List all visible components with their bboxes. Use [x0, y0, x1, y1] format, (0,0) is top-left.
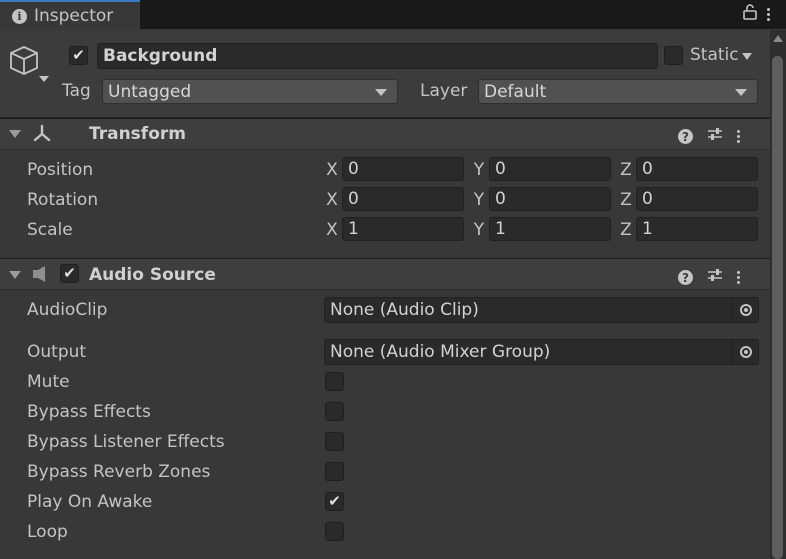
presets-icon[interactable]	[707, 126, 723, 147]
scale-z-input[interactable]: 1	[636, 217, 758, 241]
object-picker-button[interactable]	[732, 340, 758, 364]
audioclip-object-field[interactable]: None (Audio Clip)	[324, 297, 759, 323]
rotation-z-input[interactable]: 0	[636, 187, 758, 211]
position-label: Position	[27, 160, 94, 180]
info-icon: i	[12, 8, 27, 24]
kebab-menu-icon[interactable]	[737, 130, 740, 143]
gameobject-active-toggle[interactable]: ✔	[69, 46, 88, 65]
tab-actions	[743, 4, 770, 25]
layer-dropdown[interactable]: Default	[478, 79, 758, 104]
lock-icon[interactable]	[743, 4, 757, 25]
bypass-listener-effects-checkbox[interactable]	[325, 432, 344, 451]
layer-value: Default	[484, 81, 547, 102]
audioclip-label: AudioClip	[27, 300, 108, 320]
checkmark-icon: ✔	[328, 492, 341, 510]
scroll-up-arrow-icon[interactable]	[773, 35, 783, 42]
gameobject-name-input[interactable]: Background	[97, 43, 658, 69]
transform-header-actions: ?	[678, 126, 740, 147]
play-on-awake-label: Play On Awake	[27, 492, 153, 512]
cube-icon[interactable]	[9, 44, 51, 91]
mute-checkbox[interactable]	[325, 372, 344, 391]
position-z-input[interactable]: 0	[636, 157, 758, 181]
bypass-reverb-zones-checkbox[interactable]	[325, 462, 344, 481]
tag-value: Untagged	[108, 81, 192, 102]
scale-y-axis-label[interactable]: Y	[471, 220, 487, 240]
transform-title: Transform	[89, 124, 186, 144]
transform-axes-icon	[31, 123, 53, 148]
scale-x-axis-label[interactable]: X	[324, 220, 340, 240]
tag-dropdown[interactable]: Untagged	[102, 79, 398, 104]
bypass-effects-label: Bypass Effects	[27, 402, 151, 422]
speaker-icon	[31, 265, 51, 288]
audio-source-enabled-toggle[interactable]: ✔	[60, 264, 79, 283]
rotation-y-input[interactable]: 0	[489, 187, 611, 211]
position-y-axis-label[interactable]: Y	[471, 160, 487, 180]
static-label[interactable]: Static	[690, 45, 739, 65]
rotation-y-axis-label[interactable]: Y	[471, 190, 487, 210]
target-icon	[739, 304, 752, 316]
kebab-menu-icon[interactable]	[767, 8, 770, 21]
rotation-x-input[interactable]: 0	[342, 187, 464, 211]
tab-inspector[interactable]: i Inspector	[0, 0, 140, 30]
position-x-axis-label[interactable]: X	[324, 160, 340, 180]
chevron-down-icon	[735, 88, 747, 96]
scale-x-input[interactable]: 1	[342, 217, 464, 241]
bypass-effects-checkbox[interactable]	[325, 402, 344, 421]
scale-z-axis-label[interactable]: Z	[618, 220, 634, 240]
output-object-field[interactable]: None (Audio Mixer Group)	[324, 339, 759, 365]
rotation-label: Rotation	[27, 190, 99, 210]
help-icon[interactable]: ?	[678, 129, 693, 144]
output-label: Output	[27, 342, 87, 362]
object-picker-button[interactable]	[732, 298, 758, 322]
position-x-input[interactable]: 0	[342, 157, 464, 181]
checkmark-icon: ✔	[72, 46, 85, 64]
bypass-reverb-zones-label: Bypass Reverb Zones	[27, 462, 211, 482]
presets-icon[interactable]	[707, 267, 723, 288]
audio-source-foldout-icon[interactable]	[9, 271, 21, 279]
audio-source-header-actions: ?	[678, 267, 740, 288]
target-icon	[739, 346, 752, 358]
static-toggle[interactable]	[664, 46, 683, 65]
play-on-awake-checkbox[interactable]: ✔	[325, 492, 344, 511]
loop-label: Loop	[27, 522, 68, 542]
bypass-listener-effects-label: Bypass Listener Effects	[27, 432, 225, 452]
position-y-input[interactable]: 0	[489, 157, 611, 181]
rotation-x-axis-label[interactable]: X	[324, 190, 340, 210]
checkmark-icon: ✔	[63, 264, 76, 282]
tab-title: Inspector	[34, 6, 114, 26]
rotation-z-axis-label[interactable]: Z	[618, 190, 634, 210]
loop-checkbox[interactable]	[325, 522, 344, 541]
position-z-axis-label[interactable]: Z	[618, 160, 634, 180]
help-icon[interactable]: ?	[678, 270, 693, 285]
audioclip-value: None (Audio Clip)	[330, 300, 479, 320]
static-dropdown-icon[interactable]	[742, 53, 752, 60]
scale-y-input[interactable]: 1	[489, 217, 611, 241]
scrollbar-thumb[interactable]	[772, 56, 783, 559]
output-value: None (Audio Mixer Group)	[330, 342, 551, 362]
kebab-menu-icon[interactable]	[737, 271, 740, 284]
audio-source-title: Audio Source	[89, 265, 216, 285]
scale-label: Scale	[27, 220, 73, 240]
mute-label: Mute	[27, 372, 70, 392]
chevron-down-icon	[375, 88, 387, 96]
layer-label: Layer	[420, 81, 468, 101]
tag-label: Tag	[62, 81, 91, 101]
transform-foldout-icon[interactable]	[9, 130, 21, 138]
